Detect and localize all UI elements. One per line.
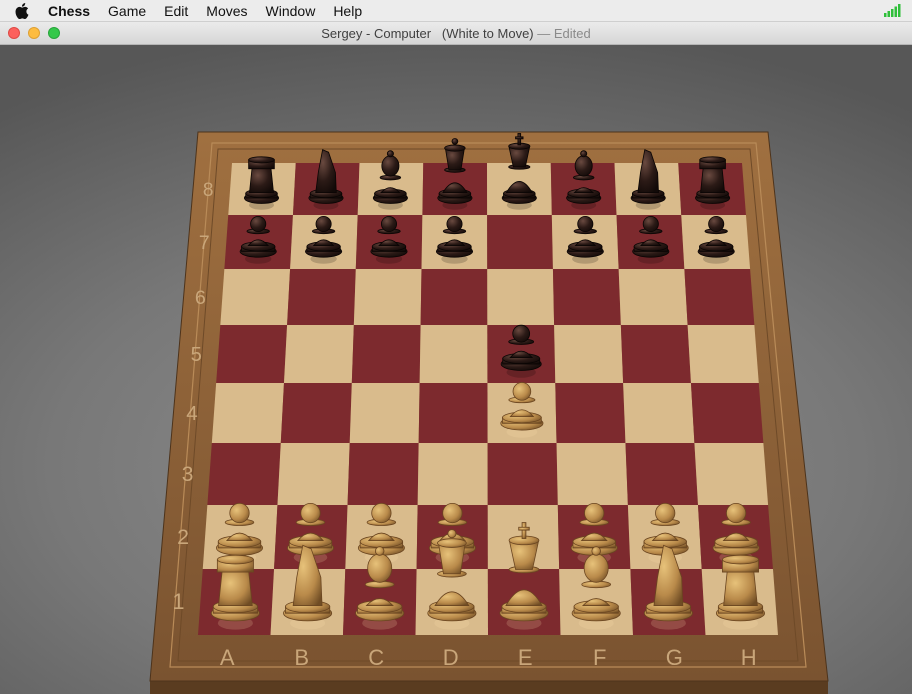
square-a5[interactable] — [216, 325, 288, 383]
square-a3[interactable] — [207, 443, 281, 505]
file-label-b: B — [294, 645, 309, 670]
menu-moves[interactable]: Moves — [197, 0, 256, 22]
square-b5[interactable] — [283, 325, 354, 383]
square-d6[interactable] — [420, 269, 488, 325]
file-label-c: C — [368, 645, 384, 670]
title-edited: Edited — [553, 26, 591, 41]
square-h4[interactable] — [690, 383, 764, 443]
square-b6[interactable] — [287, 269, 356, 325]
menu-game[interactable]: Game — [99, 0, 155, 22]
rank-label-1: 1 — [172, 589, 184, 614]
title-status: (White to Move) — [441, 26, 534, 41]
square-e3[interactable] — [487, 443, 558, 505]
square-f3[interactable] — [556, 443, 628, 505]
square-h6[interactable] — [684, 269, 755, 325]
square-e7[interactable] — [487, 215, 553, 269]
square-g3[interactable] — [625, 443, 698, 505]
square-a6[interactable] — [220, 269, 291, 325]
menu-window[interactable]: Window — [257, 0, 325, 22]
file-label-d: D — [443, 645, 459, 670]
square-g5[interactable] — [620, 325, 691, 383]
square-b4[interactable] — [280, 383, 352, 443]
rank-label-2: 2 — [177, 525, 189, 549]
square-c3[interactable] — [347, 443, 419, 505]
board-frame-base — [150, 681, 828, 694]
menu-chess[interactable]: Chess — [44, 0, 99, 22]
rank-label-4: 4 — [186, 402, 197, 425]
square-b3[interactable] — [277, 443, 350, 505]
title-separator: — — [537, 26, 551, 41]
square-e6[interactable] — [487, 269, 555, 325]
rank-label-5: 5 — [191, 344, 202, 366]
window-titlebar[interactable]: Sergey - Computer (White to Move) — Edit… — [0, 22, 912, 45]
square-h5[interactable] — [687, 325, 759, 383]
square-f6[interactable] — [552, 269, 621, 325]
square-d5[interactable] — [419, 325, 488, 383]
square-d3[interactable] — [417, 443, 488, 505]
rank-label-6: 6 — [195, 287, 206, 309]
file-label-h: H — [741, 645, 757, 670]
rank-label-7: 7 — [199, 232, 210, 254]
title-players: Sergey - Computer — [321, 26, 432, 41]
chess-board-view[interactable]: 8 7 6 5 4 3 2 1 A B C D E F G H — [0, 45, 912, 694]
menu-help[interactable]: Help — [324, 0, 371, 22]
square-f4[interactable] — [555, 383, 626, 443]
menu-bar: Chess Game Edit Moves Window Help — [0, 0, 912, 22]
square-c4[interactable] — [349, 383, 420, 443]
rank-label-8: 8 — [203, 180, 214, 201]
square-d4[interactable] — [418, 383, 488, 443]
square-g6[interactable] — [618, 269, 688, 325]
square-a4[interactable] — [211, 383, 284, 443]
file-label-g: G — [666, 645, 683, 670]
window-title: Sergey - Computer (White to Move) — Edit… — [0, 22, 912, 45]
square-c6[interactable] — [353, 269, 422, 325]
file-label-f: F — [593, 645, 606, 670]
file-label-e: E — [518, 645, 533, 670]
square-f5[interactable] — [554, 325, 624, 383]
file-label-a: A — [220, 645, 235, 670]
menu-edit[interactable]: Edit — [155, 0, 197, 22]
signal-icon[interactable] — [884, 4, 902, 17]
apple-icon[interactable] — [12, 1, 32, 21]
square-h3[interactable] — [694, 443, 769, 505]
square-c5[interactable] — [351, 325, 421, 383]
square-g4[interactable] — [623, 383, 695, 443]
rank-label-3: 3 — [182, 463, 194, 486]
chess-board[interactable]: 8 7 6 5 4 3 2 1 A B C D E F G H — [0, 45, 912, 694]
